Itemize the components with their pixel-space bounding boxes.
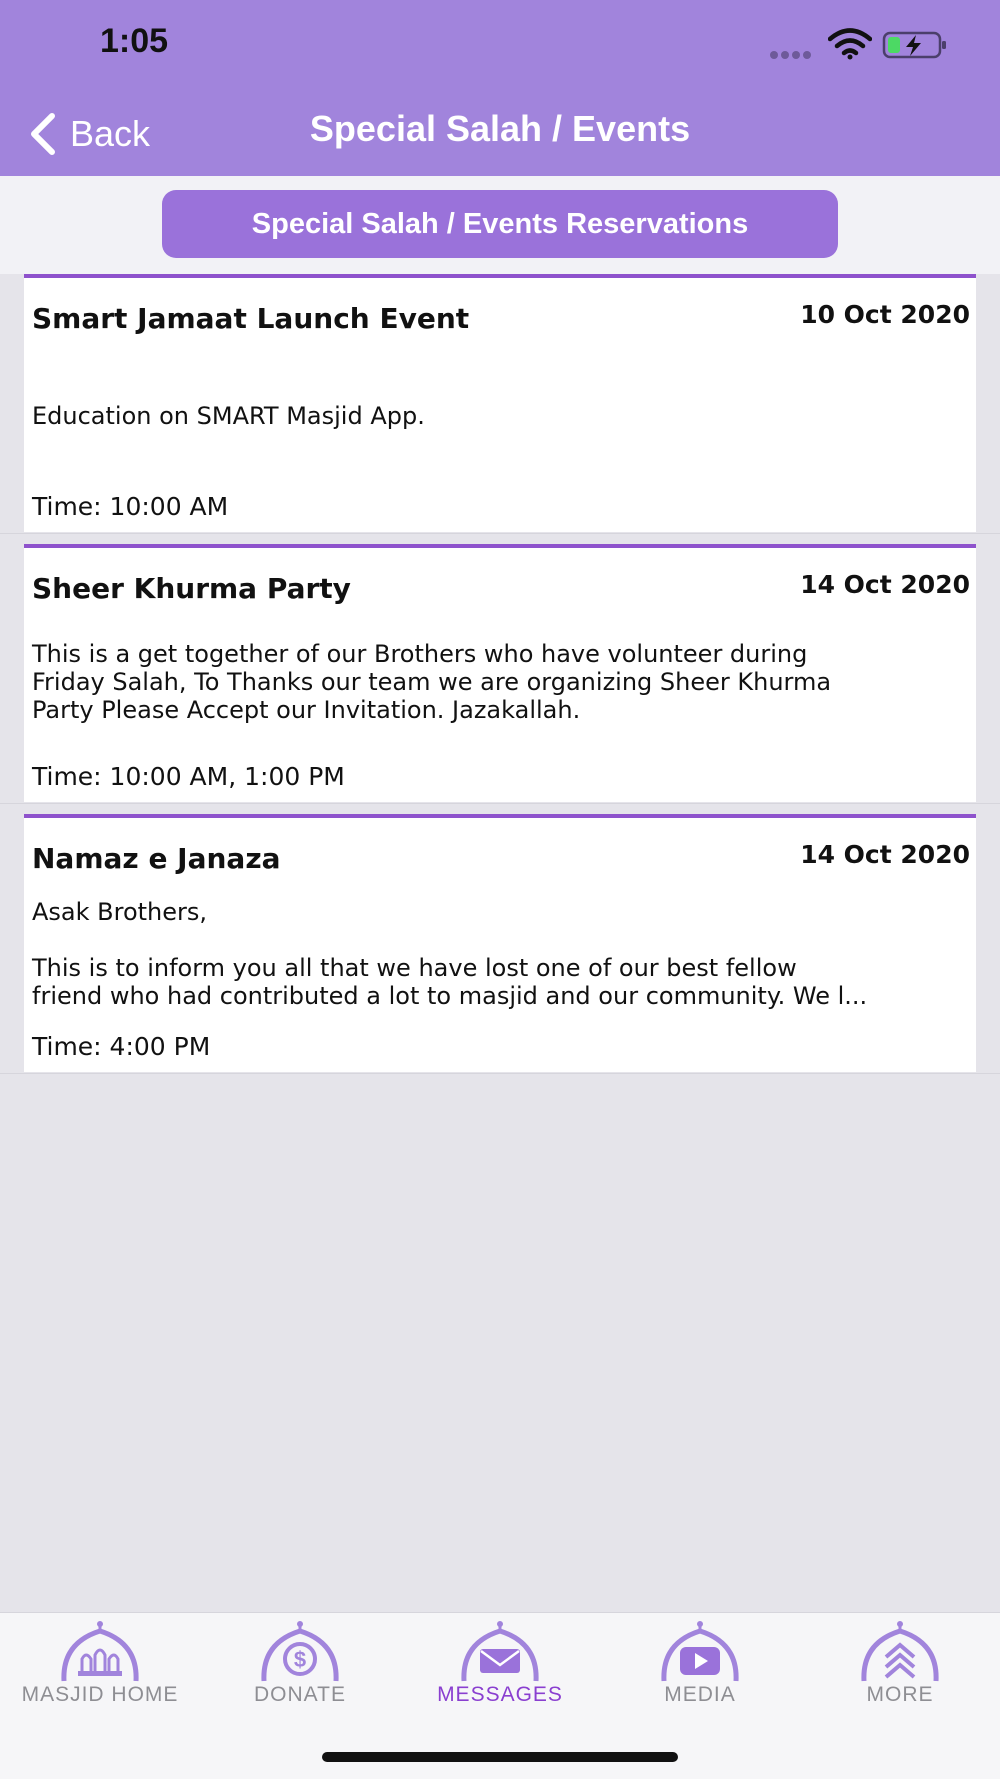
home-indicator [322,1752,678,1762]
reservations-bar: Special Salah / Events Reservations [0,176,1000,274]
header: 1:05 Back Special Salah / Events [0,0,1000,176]
status-time: 1:05 [100,22,169,60]
tab-media[interactable]: MEDIA [600,1613,800,1723]
tab-label: MASJID HOME [21,1683,179,1706]
play-icon [661,1621,739,1682]
masjid-home-icon [61,1621,139,1682]
page-title: Special Salah / Events [309,108,691,149]
tab-donate[interactable]: $ DONATE [200,1613,400,1723]
event-time: Time: 10:00 AM, 1:00 PM [32,762,345,791]
envelope-icon [461,1621,539,1682]
tab-label: MEDIA [664,1683,736,1706]
chevrons-up-icon [861,1621,939,1682]
event-time: Time: 10:00 AM [32,492,229,521]
event-description: This is a get together of our Brothers w… [32,640,832,724]
event-card[interactable]: Namaz e Janaza 14 Oct 2020 Asak Brothers… [0,814,1000,1074]
wifi-icon [828,28,872,60]
event-title: Namaz e Janaza [32,842,281,875]
event-description: Asak Brothers, This is to inform you all… [32,898,868,1010]
event-title: Smart Jamaat Launch Event [32,302,470,335]
tab-label: MORE [866,1683,934,1706]
tab-label: MESSAGES [437,1683,563,1706]
reservations-button[interactable]: Special Salah / Events Reservations [162,190,838,258]
event-date: 14 Oct 2020 [800,840,970,869]
event-card[interactable]: Sheer Khurma Party 14 Oct 2020 This is a… [0,544,1000,804]
event-description: Education on SMART Masjid App. [32,402,425,430]
event-time: Time: 4:00 PM [32,1032,211,1061]
tab-messages[interactable]: MESSAGES [400,1613,600,1723]
battery-icon [882,31,946,59]
event-date: 14 Oct 2020 [800,570,970,599]
event-date: 10 Oct 2020 [800,300,970,329]
event-title: Sheer Khurma Party [32,572,351,605]
event-card[interactable]: Smart Jamaat Launch Event 10 Oct 2020 Ed… [0,274,1000,534]
dollar-icon: $ [261,1621,339,1682]
tab-label: DONATE [254,1683,346,1706]
signal-icon [770,44,818,59]
tab-masjid-home[interactable]: MASJID HOME [0,1613,200,1723]
svg-text:$: $ [294,1647,306,1672]
tab-more[interactable]: MORE [800,1613,1000,1723]
